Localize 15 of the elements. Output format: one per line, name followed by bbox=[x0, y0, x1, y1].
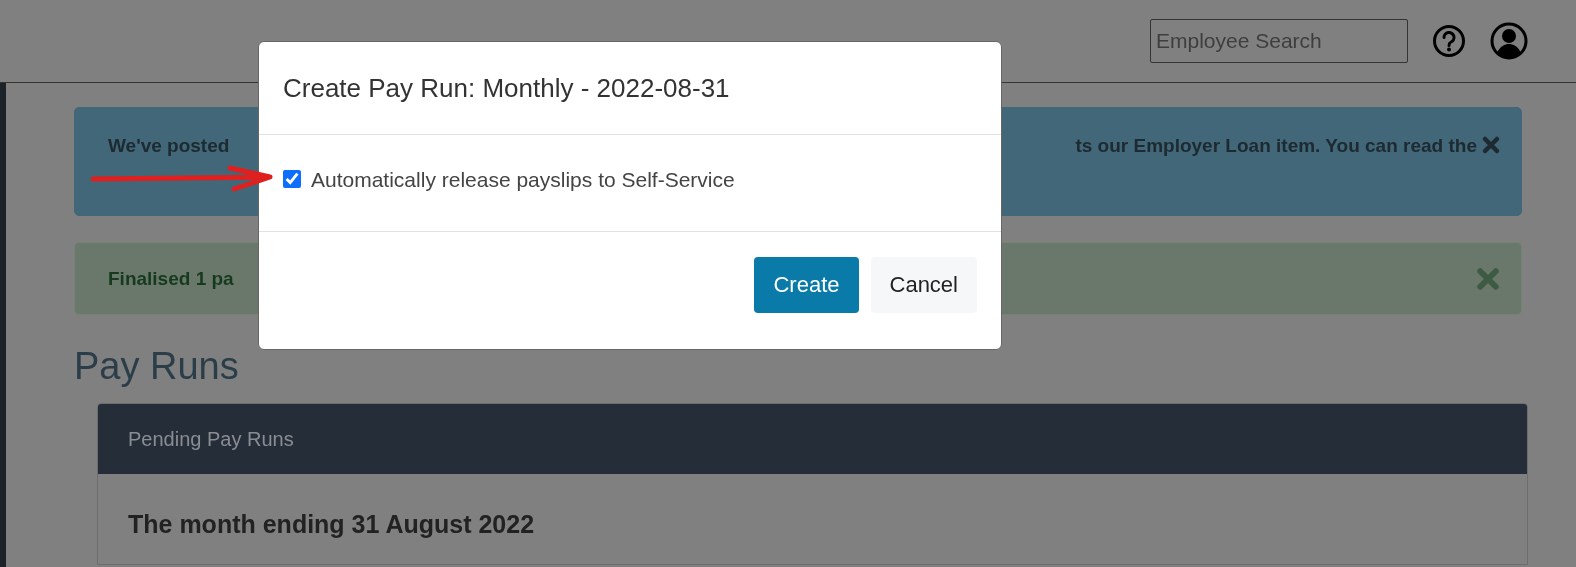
user-icon[interactable] bbox=[1490, 22, 1528, 60]
page-heading: Pay Runs bbox=[74, 344, 239, 389]
checkbox[interactable] bbox=[283, 170, 301, 188]
close-icon[interactable] bbox=[1481, 135, 1501, 155]
alert-text: We've posted bbox=[108, 135, 230, 157]
pay-run-title: The month ending 31 August 2022 bbox=[128, 510, 536, 539]
help-icon[interactable] bbox=[1432, 24, 1466, 58]
alert-text: ts our Employer Loan item. You can read the bbox=[1075, 135, 1477, 157]
checkbox-label[interactable]: Automatically release payslips to Self-Service bbox=[311, 168, 735, 192]
alert-text: Finalised 1 pa bbox=[108, 267, 234, 290]
cancel-button[interactable]: Cancel bbox=[870, 257, 977, 313]
create-button[interactable]: Create bbox=[754, 257, 859, 313]
dialog-title: Create Pay Run: Monthly - 2022-08-31 bbox=[283, 72, 730, 104]
search-field[interactable]: Employee Search bbox=[1150, 19, 1408, 63]
card-title: Pending Pay Runs bbox=[128, 427, 294, 451]
